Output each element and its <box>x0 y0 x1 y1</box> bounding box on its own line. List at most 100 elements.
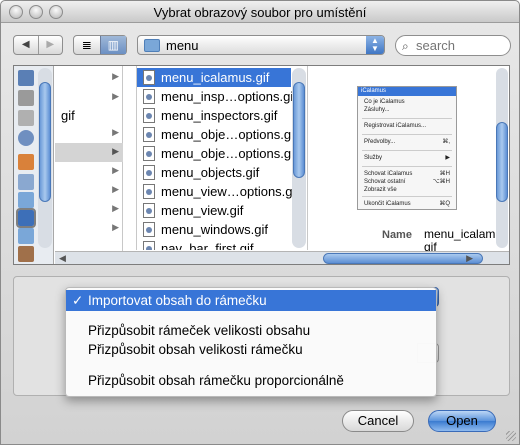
thumbnail-menu-item: Registrovat iCalamus... <box>364 123 427 129</box>
thumbnail-shortcut: ⌘Q <box>439 201 450 207</box>
file-row[interactable]: menu_obje…options.gif <box>137 144 298 163</box>
file-row[interactable]: menu_objects.gif <box>137 163 291 182</box>
image-file-icon <box>143 127 155 142</box>
popup-arrows-icon: ▲ ▼ <box>366 36 384 54</box>
cancel-button[interactable]: Cancel <box>342 410 414 432</box>
path-popup[interactable]: menu ▲ ▼ <box>137 35 385 55</box>
thumbnail-separator <box>362 118 452 119</box>
disk-icon[interactable] <box>18 110 34 126</box>
preview-scrollbar[interactable] <box>496 68 508 248</box>
sidebar-scrollbar[interactable] <box>38 68 52 248</box>
thumbnail-separator <box>362 134 452 135</box>
name-label: Name <box>382 229 412 241</box>
image-file-icon <box>143 89 155 104</box>
menu-item-import-content[interactable]: ✓ Importovat obsah do rámečku <box>66 290 436 311</box>
scroll-left-arrow-icon[interactable]: ◀ <box>59 253 66 264</box>
thumbnail-shortcut: ⌘, <box>442 139 450 145</box>
thumbnail-separator <box>362 196 452 197</box>
back-button[interactable]: ◀ <box>14 36 38 54</box>
folder-selected-icon[interactable] <box>16 208 36 228</box>
menu-item-fit-frame-to-content[interactable]: Přizpůsobit rámeček velikosti obsahu <box>66 320 436 341</box>
file-column: menu_icalamus.gif menu_insp…options.gif … <box>136 66 306 250</box>
file-row[interactable]: menu_obje…options.gif <box>137 125 298 144</box>
list-item[interactable]: ▶ <box>55 124 123 143</box>
search-input[interactable] <box>416 38 504 53</box>
list-view-button[interactable]: ≣ <box>74 36 100 54</box>
list-item-selected[interactable]: ▶ <box>55 143 123 162</box>
file-name: menu_objects.gif <box>161 165 260 180</box>
sidebar <box>14 66 54 264</box>
search-field[interactable]: ⌕ <box>395 35 511 56</box>
view-mode-buttons: ≣ ▥ <box>73 35 127 55</box>
thumbnail-shortcut: ⌘H <box>439 171 450 177</box>
menu-item-fit-content-to-frame[interactable]: Přizpůsobit obsah velikosti rámečku <box>66 339 436 360</box>
list-item[interactable]: gif <box>55 106 123 125</box>
import-mode-menu: ✓ Importovat obsah do rámečku Přizpůsobi… <box>65 287 437 397</box>
image-file-icon <box>143 108 155 123</box>
disclosure-arrow-icon: ▶ <box>112 184 119 194</box>
scrollbar-thumb[interactable] <box>293 82 305 178</box>
parent-column: ▶ ▶ gif ▶ ▶ ▶ ▶ ▶ ▶ <box>55 66 123 264</box>
menu-item-fit-content-proportionally[interactable]: Přizpůsobit obsah rámečku proporcionálně <box>66 370 436 391</box>
file-row[interactable]: nav_bar_first.gif <box>137 239 291 250</box>
scrollbar-thumb[interactable] <box>496 122 508 202</box>
list-item[interactable]: ▶ <box>55 68 123 87</box>
thumbnail-menu-item: Schovat ostatní <box>364 179 406 185</box>
desktop-icon[interactable] <box>18 70 34 86</box>
file-dialog-window: Vybrat obrazový soubor pro umístění ◀ ▶ … <box>0 0 520 445</box>
thumbnail-menu-item: Zobrazit vše <box>364 187 397 193</box>
list-item[interactable]: ▶ <box>55 181 123 200</box>
home-icon[interactable] <box>18 246 34 262</box>
file-column-scrollbar[interactable] <box>292 68 306 248</box>
forward-button[interactable]: ▶ <box>37 36 63 54</box>
disclosure-arrow-icon: ▶ <box>112 127 119 137</box>
horizontal-scrollbar[interactable]: ◀ ▶ <box>55 251 509 264</box>
menu-item-label: Importovat obsah do rámečku <box>88 293 267 308</box>
file-name: menu_inspectors.gif <box>161 108 278 123</box>
hard-drive-icon[interactable] <box>18 90 34 106</box>
menu-item-label: Přizpůsobit obsah rámečku proporcionálně <box>88 373 344 388</box>
folder-icon[interactable] <box>18 192 34 208</box>
thumbnail-separator <box>362 166 452 167</box>
scrollbar-thumb[interactable] <box>323 253 483 264</box>
file-name: nav_bar_first.gif <box>161 241 254 250</box>
image-file-icon <box>143 203 155 218</box>
folder-icon[interactable] <box>18 228 34 244</box>
applications-icon[interactable] <box>18 154 34 170</box>
documents-icon[interactable] <box>18 174 34 190</box>
list-item[interactable]: ▶ <box>55 219 123 238</box>
file-row[interactable]: menu_view…options.gif <box>137 182 299 201</box>
path-popup-label: menu <box>166 38 199 53</box>
file-row[interactable]: menu_view.gif <box>137 201 291 220</box>
file-row[interactable]: menu_inspectors.gif <box>137 106 291 125</box>
image-file-icon <box>143 241 155 250</box>
thumbnail-menu-item: Co je iCalamus <box>364 99 405 105</box>
resize-grip-icon[interactable] <box>506 431 516 441</box>
file-row[interactable]: menu_windows.gif <box>137 220 291 239</box>
list-item[interactable]: ▶ <box>55 88 123 107</box>
file-row[interactable]: menu_insp…options.gif <box>137 87 297 106</box>
scroll-right-arrow-icon[interactable]: ▶ <box>466 253 473 264</box>
disclosure-arrow-icon: ▶ <box>112 222 119 232</box>
disclosure-arrow-icon: ▶ <box>112 203 119 213</box>
file-row-selected[interactable]: menu_icalamus.gif <box>137 68 291 87</box>
disclosure-arrow-icon: ▶ <box>112 146 119 156</box>
thumbnail-shortcut: ⌥⌘H <box>432 179 450 185</box>
file-name: menu_windows.gif <box>161 222 268 237</box>
search-icon: ⌕ <box>402 39 409 53</box>
list-item[interactable]: ▶ <box>55 200 123 219</box>
thumbnail-shortcut: ▶ <box>445 155 450 161</box>
preview-thumbnail: iCalamus Co je iCalamus Zásluhy... Regis… <box>357 86 457 210</box>
disclosure-arrow-icon: ▶ <box>112 165 119 175</box>
disclosure-arrow-icon: ▶ <box>112 71 119 81</box>
open-button[interactable]: Open <box>428 410 496 432</box>
image-file-icon <box>143 165 155 180</box>
scrollbar-thumb[interactable] <box>39 82 51 202</box>
window-title: Vybrat obrazový soubor pro umístění <box>153 5 367 20</box>
network-icon[interactable] <box>18 130 34 146</box>
image-file-icon <box>143 184 155 199</box>
disclosure-arrow-icon: ▶ <box>112 91 119 101</box>
list-item[interactable]: ▶ <box>55 162 123 181</box>
column-view-button[interactable]: ▥ <box>99 36 126 54</box>
file-name: menu_insp…options.gif <box>161 89 297 104</box>
